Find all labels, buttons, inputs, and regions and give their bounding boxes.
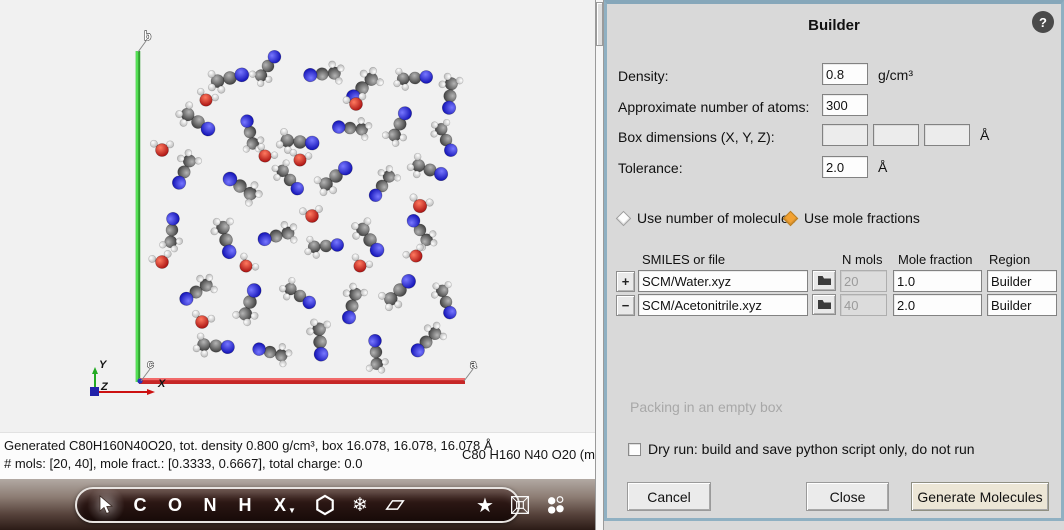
element-picker-button[interactable]: X ▼ (270, 490, 300, 520)
molecule-layer (148, 48, 471, 377)
favorites-tool-button[interactable]: ★ (475, 490, 495, 520)
folder-icon (817, 275, 832, 286)
app-window: b c a Y X Z Generated C80H160N40O20, tot… (0, 0, 1064, 530)
radio-label: Use number of molecules (637, 210, 796, 226)
col-header-region: Region (989, 252, 1030, 267)
unit-cell-icon (510, 493, 530, 517)
tolerance-label: Tolerance: (618, 160, 683, 176)
axis-label-y: Y (99, 359, 108, 371)
file-input-row2[interactable] (638, 294, 808, 316)
density-input[interactable] (822, 63, 868, 85)
close-button[interactable]: Close (806, 482, 889, 511)
density-unit: g/cm³ (878, 67, 913, 83)
atom-count-label: Approximate number of atoms: (618, 99, 809, 115)
dry-run-checkbox-row[interactable]: Dry run: build and save python script on… (628, 441, 975, 457)
radio-number-of-molecules[interactable]: Use number of molecules (618, 210, 796, 226)
parallelogram-icon (385, 494, 405, 516)
col-header-file: SMILES or file (642, 252, 725, 267)
builder-panel: Builder ? Density: g/cm³ Approximate num… (604, 0, 1064, 530)
radio-mole-fractions[interactable]: Use mole fractions (785, 210, 920, 226)
tolerance-unit: Å (878, 159, 887, 175)
file-input-row1[interactable] (638, 270, 808, 292)
axis-label-x: X (157, 378, 166, 390)
remove-row-button[interactable]: − (616, 295, 635, 316)
help-button[interactable]: ? (1032, 11, 1054, 33)
axis-label-z: Z (100, 381, 109, 393)
radio-label: Use mole fractions (804, 210, 920, 226)
chevron-down-icon: ▼ (288, 506, 296, 515)
cell-label-b: b (144, 29, 151, 43)
dry-run-checkbox[interactable] (628, 443, 641, 456)
atom-count-input[interactable] (822, 94, 868, 116)
molefraction-input-row2[interactable] (893, 294, 982, 316)
box-z-input[interactable] (924, 124, 970, 146)
drawing-toolbar: C O N H X ▼ ❄ ★ (75, 487, 520, 523)
select-tool-button[interactable] (95, 490, 115, 520)
viewer-status-bar: Generated C80H160N40O20, tot. density 0.… (0, 432, 595, 479)
add-row-button[interactable]: + (616, 271, 635, 292)
cell-label-a: a (470, 357, 477, 371)
molecules-tool-button[interactable] (545, 490, 565, 520)
status-formula-text: C80 H160 N40 O20 (m (462, 447, 595, 462)
carbon-tool-button[interactable]: C (130, 490, 150, 520)
cursor-icon (97, 495, 113, 515)
radio-diamond-icon (616, 210, 632, 226)
region-input-row1[interactable] (987, 270, 1057, 292)
box-x-input[interactable] (822, 124, 868, 146)
ring-tool-button[interactable] (315, 490, 335, 520)
cancel-button[interactable]: Cancel (627, 482, 711, 511)
axis-triad: Y X Z (90, 359, 166, 396)
nmols-input-row1 (840, 270, 887, 292)
panel-title: Builder (604, 17, 1064, 34)
box-unit: Å (980, 127, 989, 143)
cell-label-c: c (147, 357, 154, 371)
radio-diamond-icon (783, 210, 799, 226)
atoms-dots-icon (545, 493, 565, 517)
sash-handle[interactable] (596, 2, 603, 46)
dry-run-label: Dry run: build and save python script on… (648, 441, 975, 457)
col-header-molefraction: Mole fraction (898, 252, 972, 267)
status-mols-text: # mols: [20, 40], mole fract.: [0.3333, … (4, 456, 362, 471)
folder-icon (817, 299, 832, 310)
generate-molecules-button[interactable]: Generate Molecules (911, 482, 1049, 511)
box-y-input[interactable] (873, 124, 919, 146)
status-generated-text: Generated C80H160N40O20, tot. density 0.… (4, 438, 493, 453)
cell-tool-button[interactable] (510, 490, 530, 520)
tolerance-input[interactable] (822, 156, 868, 178)
browse-file-button-row1[interactable] (812, 270, 836, 291)
browse-file-button-row2[interactable] (812, 294, 836, 315)
pane-sash[interactable] (595, 0, 604, 530)
molecule-viewer-region: b c a Y X Z Generated C80H160N40O20, tot… (0, 0, 595, 530)
optimizer-tool-button[interactable]: ❄ (350, 490, 370, 520)
region-input-row2[interactable] (987, 294, 1057, 316)
density-label: Density: (618, 68, 669, 84)
molefraction-input-row1[interactable] (893, 270, 982, 292)
hydrogen-tool-button[interactable]: H (235, 490, 255, 520)
col-header-nmols: N mols (842, 252, 882, 267)
oxygen-tool-button[interactable]: O (165, 490, 185, 520)
molecule-viewport[interactable]: b c a Y X Z (0, 0, 595, 432)
cell-a-axis-highlight (139, 378, 465, 380)
plane-tool-button[interactable] (385, 490, 405, 520)
nitrogen-tool-button[interactable]: N (200, 490, 220, 520)
z-axis-dot (90, 387, 99, 396)
nmols-input-row2 (840, 294, 887, 316)
box-dimensions-label: Box dimensions (X, Y, Z): (618, 129, 775, 145)
toolbar-band: C O N H X ▼ ❄ ★ (0, 479, 595, 530)
packing-status-text: Packing in an empty box (630, 399, 783, 415)
hexagon-icon (315, 493, 335, 517)
element-x-label: X (274, 495, 286, 516)
